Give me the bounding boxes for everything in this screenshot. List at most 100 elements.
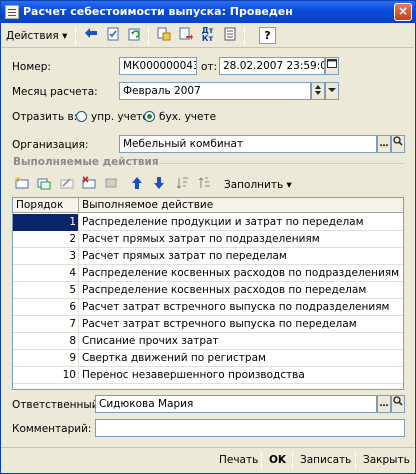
row-action-cell[interactable]: Расчет затрат встречного выпуска по подр… [79,299,401,316]
save-button[interactable]: Записать [300,454,351,466]
close-window-button[interactable]: × [394,3,412,21]
table-row[interactable]: 7 Расчет затрат встречного выпуска по пер… [13,316,403,333]
section-divider [159,163,404,164]
sort-desc-icon[interactable] [197,176,213,192]
row-action-cell[interactable]: Распределение продукции и затрат по пере… [79,214,401,231]
doc-post-icon[interactable] [103,27,122,45]
doc-move-icon[interactable] [176,27,195,45]
form-toolbar: Действия ▾ Дт Кт ? [2,24,414,48]
radio-fin-label: бух. учете [159,111,217,123]
help-icon[interactable]: ? [259,27,276,44]
search-icon[interactable] [391,135,405,153]
chevron-down-icon[interactable] [325,82,339,100]
row-action-cell[interactable]: Расчет прямых затрат по переделам [79,248,401,265]
list-icon[interactable] [220,27,239,45]
delete-row-icon[interactable] [81,176,97,192]
row-order-cell[interactable]: 9 [13,350,79,367]
row-action-cell[interactable]: Расчет затрат встречного выпуска по пере… [79,316,401,333]
button-divider [261,452,262,470]
table-row[interactable]: 6 Расчет затрат встречного выпуска по под… [13,299,403,316]
row-action-cell[interactable]: Распределение косвенных расходов по подр… [79,265,401,282]
doc-structure-icon[interactable] [154,27,173,45]
comment-field[interactable] [95,419,405,437]
actions-label: Действия [6,30,59,42]
radio-mgmt-accounting[interactable] [76,111,87,122]
table-row[interactable]: 10 Перенос незавершенного производства [13,367,403,384]
copy-row-icon[interactable] [36,176,52,192]
form-buttons-bar: Печать OK Записать Закрыть [1,447,415,473]
row-order-cell[interactable]: 8 [13,333,79,350]
row-order-value: 6 [69,301,76,313]
actions-menu-button[interactable]: Действия ▾ [6,27,67,45]
row-action-cell[interactable]: Свертка движений по регистрам [79,350,401,367]
row-order-value: 9 [69,352,76,364]
row-order-cell[interactable]: 6 [13,299,79,316]
fill-menu-button[interactable]: Заполнить ▾ [224,179,292,191]
title-bar[interactable]: Расчет себестоимости выпуска: Проведен × [1,1,415,23]
actions-table[interactable]: Порядок Выполняемое действие 1 Распределе… [12,197,404,390]
organization-field[interactable]: Мебельный комбинат [119,135,377,153]
chevron-down-icon: ▾ [62,30,68,42]
comment-label: Комментарий: [12,423,92,435]
table-row[interactable]: 5 Распределение косвенных расходов по пер… [13,282,403,299]
table-row[interactable]: 1 Распределение продукции и затрат по пер… [13,214,403,231]
close-button[interactable]: Закрыть [363,454,410,466]
row-order-cell[interactable]: 1 [13,214,79,231]
end-edit-icon[interactable] [103,176,119,192]
month-label: Месяц расчета: [12,86,98,98]
dt-kt-icon[interactable]: Дт Кт [198,27,217,45]
refresh-icon[interactable] [125,27,144,45]
section-title: Выполняемые действия [13,156,159,168]
row-action-cell[interactable]: Распределение косвенных расходов по пере… [79,282,401,299]
document-window: Расчет себестоимости выпуска: Проведен ×… [0,0,416,474]
calendar-icon[interactable] [325,57,339,75]
print-button[interactable]: Печать [219,454,258,466]
row-action-cell[interactable]: Списание прочих затрат [79,333,401,350]
column-header-order[interactable]: Порядок [13,198,79,213]
date-field[interactable]: 28.02.2007 23:59:00 [219,57,325,75]
row-order-value: 8 [69,335,76,347]
column-header-action[interactable]: Выполняемое действие [79,198,401,213]
window-title: Расчет себестоимости выпуска: Проведен [23,5,293,18]
row-order-cell[interactable]: 2 [13,231,79,248]
month-field[interactable]: Февраль 2007 [119,82,311,100]
row-order-cell[interactable]: 7 [13,316,79,333]
table-row[interactable]: 4 Распределение косвенных расходов по под… [13,265,403,282]
table-row[interactable]: 2 Расчет прямых затрат по подразделениям [13,231,403,248]
responsible-select-button[interactable]: … [377,395,391,413]
document-icon [5,5,19,19]
row-action-cell[interactable]: Расчет прямых затрат по подразделениям [79,231,401,248]
row-order-value: 1 [69,216,76,228]
search-icon[interactable] [391,395,405,413]
row-order-value: 3 [69,250,76,262]
row-order-value: 7 [69,318,76,330]
month-spinner-icon[interactable] [311,82,325,100]
row-order-cell[interactable]: 10 [13,367,79,384]
row-order-cell[interactable]: 4 [13,265,79,282]
organization-label: Организация: [12,139,89,151]
organization-select-button[interactable]: … [377,135,391,153]
chevron-down-icon: ▾ [286,179,292,191]
row-order-cell[interactable]: 3 [13,248,79,265]
toolbar-divider [148,27,149,45]
row-order-value: 4 [69,267,76,279]
fill-label: Заполнить [224,179,284,191]
add-row-icon[interactable] [14,176,30,192]
button-divider [355,452,356,470]
move-up-icon[interactable] [129,176,145,192]
ok-button[interactable]: OK [269,454,286,466]
row-action-cell[interactable]: Перенос незавершенного производства [79,367,401,384]
sort-asc-icon[interactable] [175,176,191,192]
table-row[interactable]: 8 Списание прочих затрат [13,333,403,350]
edit-row-icon[interactable] [59,176,75,192]
responsible-field[interactable]: Сидюкова Мария [95,395,377,413]
toolbar-divider [244,27,245,45]
row-order-cell[interactable]: 5 [13,282,79,299]
arrow-left-icon[interactable] [81,27,100,45]
move-down-icon[interactable] [151,176,167,192]
radio-fin-accounting[interactable] [144,111,155,122]
table-row[interactable]: 3 Расчет прямых затрат по переделам [13,248,403,265]
table-row[interactable]: 9 Свертка движений по регистрам [13,350,403,367]
number-field[interactable]: МК000000043 [119,57,197,75]
table-header: Порядок Выполняемое действие [13,198,403,213]
